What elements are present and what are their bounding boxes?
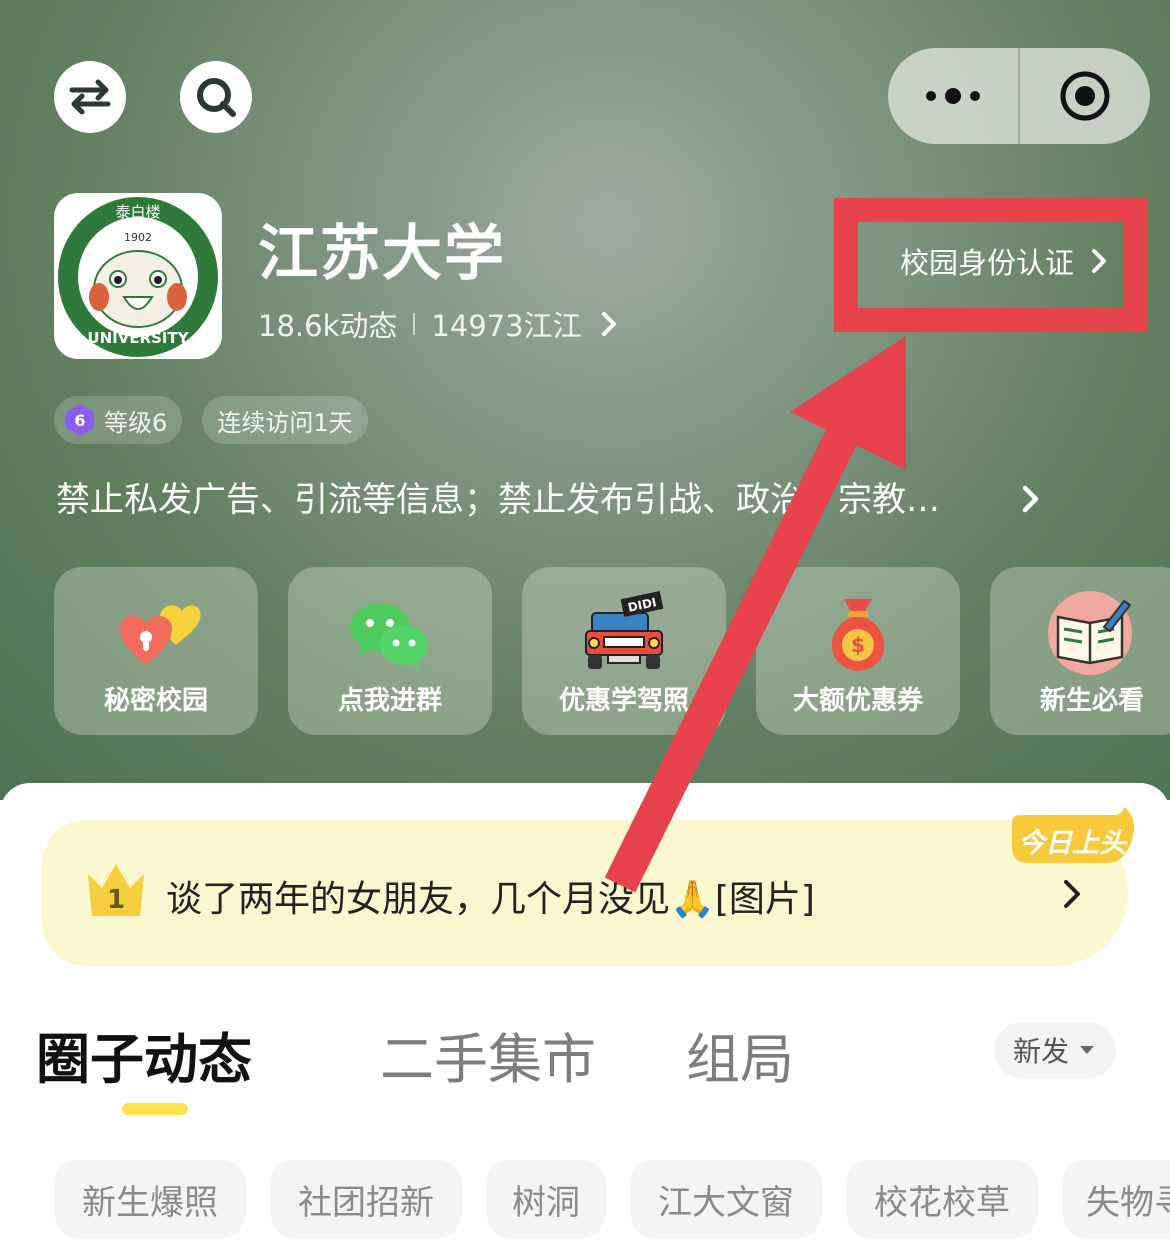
more-menu-button[interactable] xyxy=(888,48,1018,144)
category-chip[interactable]: 失物寻 xyxy=(1062,1160,1170,1238)
logo-year: 1902 xyxy=(124,231,152,244)
school-logo[interactable]: 泰白楼 1902 UNIVERSITY xyxy=(54,193,222,359)
today-hot-badge: 今日上头 xyxy=(1012,807,1135,863)
circle-notice[interactable]: 禁止私发广告、引流等信息；禁止发布引战、政治、宗教… xyxy=(56,472,940,521)
campus-verify-link[interactable]: 校园身份认证 xyxy=(900,240,1114,282)
verify-label: 校园身份认证 xyxy=(900,246,1075,280)
logo-bottom-text: UNIVERSITY xyxy=(87,329,189,347)
miniprogram-capsule xyxy=(888,48,1150,144)
money-bag-icon: $ xyxy=(831,599,885,671)
caret-down-icon xyxy=(1080,1046,1094,1054)
heart-lock-icon xyxy=(120,605,201,665)
quick-entry-label: 秘密校园 xyxy=(103,686,208,716)
logo-top-text: 泰白楼 xyxy=(115,203,160,221)
tab-meetups[interactable]: 组局 xyxy=(686,1015,794,1094)
swap-arrows-icon xyxy=(69,79,111,115)
category-chip[interactable]: 江大文窗 xyxy=(630,1160,822,1238)
target-close-icon xyxy=(1060,71,1110,121)
tab-circle-posts[interactable]: 圈子动态 xyxy=(36,1015,252,1094)
wechat-icon xyxy=(350,603,428,671)
quick-entry-freshman-guide[interactable]: 新生必看 xyxy=(990,567,1170,735)
chevron-right-icon xyxy=(601,312,616,336)
school-stats[interactable]: 18.6k动态 14973江江 xyxy=(258,303,624,345)
chevron-right-icon[interactable] xyxy=(1058,876,1088,912)
quick-entry-join-group[interactable]: 点我进群 xyxy=(288,567,492,735)
posts-count: 18.6k动态 xyxy=(258,309,398,343)
quick-entry-driving-license[interactable]: DIDI 优惠学驾照 xyxy=(522,567,726,735)
bag-symbol-text: $ xyxy=(851,633,865,657)
category-chip[interactable]: 新生爆照 xyxy=(54,1160,246,1238)
category-chip[interactable]: 校花校草 xyxy=(846,1160,1038,1238)
switch-circle-button[interactable] xyxy=(54,61,126,133)
crown-rank-icon: 1 xyxy=(88,864,144,916)
level-hexagon-icon: 6 xyxy=(66,404,94,436)
category-chip[interactable]: 社团招新 xyxy=(270,1160,462,1238)
sort-label: 新发 xyxy=(1012,1035,1069,1068)
today-hot-label: 今日上头 xyxy=(1018,828,1128,859)
more-dots-icon xyxy=(926,88,980,104)
chevron-right-icon xyxy=(1092,249,1107,273)
hot-post-rank: 1 xyxy=(107,885,125,915)
school-logo-emblem-icon: 泰白楼 1902 UNIVERSITY xyxy=(58,197,218,357)
level-badge[interactable]: 6 等级6 xyxy=(54,396,182,444)
stats-separator xyxy=(413,313,416,335)
book-icon xyxy=(1048,591,1132,675)
category-chip[interactable]: 树洞 xyxy=(486,1160,606,1238)
quick-entry-label: 新生必看 xyxy=(1039,686,1144,716)
sort-dropdown[interactable]: 新发 xyxy=(994,1022,1116,1078)
close-miniprogram-button[interactable] xyxy=(1020,48,1150,144)
visit-label: 连续访问1天 xyxy=(217,408,353,437)
quick-entry-label: 大额优惠券 xyxy=(792,686,923,716)
quick-entry-label: 优惠学驾照 xyxy=(558,686,689,716)
level-label: 等级6 xyxy=(104,408,168,437)
hot-post-text: 谈了两年的女朋友，几个月没见🙏[图片] xyxy=(166,879,815,920)
quick-entry-label: 点我进群 xyxy=(337,686,442,716)
search-button[interactable] xyxy=(180,61,252,133)
quick-entry-secret-campus[interactable]: 秘密校园 xyxy=(54,567,258,735)
chevron-right-icon[interactable] xyxy=(1018,482,1044,516)
search-icon xyxy=(197,78,236,117)
jeep-icon: DIDI xyxy=(585,591,664,669)
level-icon-number: 6 xyxy=(74,411,85,430)
quick-entry-big-coupon[interactable]: $ 大额优惠券 xyxy=(756,567,960,735)
visit-streak-badge: 连续访问1天 xyxy=(202,396,368,444)
school-name: 江苏大学 xyxy=(258,219,506,289)
members-count: 14973江江 xyxy=(431,309,582,343)
active-tab-underline xyxy=(122,1103,188,1115)
tab-secondhand-market[interactable]: 二手集市 xyxy=(380,1015,596,1094)
